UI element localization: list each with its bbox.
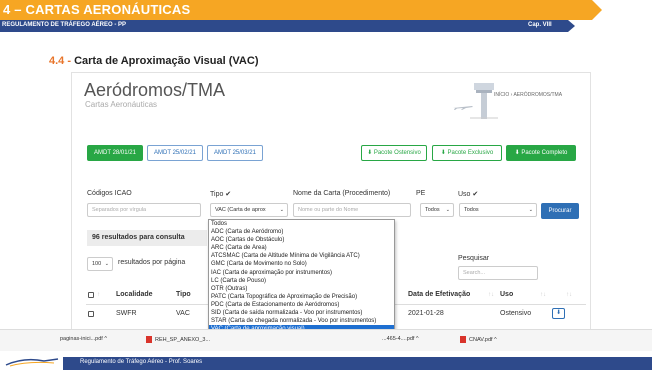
download-row-button[interactable]: ⬇: [552, 308, 565, 319]
procurar-button[interactable]: Procurar: [541, 203, 579, 219]
subheader-bar-tip: [568, 20, 575, 32]
chapter-label: Cap. VIII: [528, 22, 552, 28]
amdt-button-3[interactable]: AMDT 25/03/21: [207, 145, 263, 161]
download-file-name: REH_SP_ANEXO_3...: [155, 336, 211, 343]
section-separator: -: [64, 55, 75, 67]
section-title: Carta de Aproximação Visual (VAC): [74, 55, 259, 67]
tipo-select[interactable]: VAC (Carta de aprox ⌄: [210, 203, 288, 217]
chevron-down-icon: ⌄: [104, 261, 109, 267]
dropdown-option[interactable]: AOC (Cartas de Obstáculo): [209, 236, 394, 244]
amdt-button-1[interactable]: AMDT 28/01/21: [87, 145, 143, 161]
nome-label: Nome da Carta (Procedimento): [293, 190, 391, 197]
download-file-name: paginas-inici...pdf: [60, 336, 103, 342]
page-banner: Aeródromos/TMA Cartas Aeronáuticas INÍCI…: [72, 73, 590, 119]
pe-value: Todos: [425, 207, 440, 213]
slide: 4 – CARTAS AERONÁUTICAS REGULAMENTO DE T…: [0, 0, 652, 370]
per-page-value: 100: [92, 261, 102, 267]
per-page-select[interactable]: 100 ⌄: [87, 257, 113, 271]
pesquisar-input[interactable]: Search...: [458, 266, 538, 280]
dropdown-option[interactable]: OTR (Outras): [209, 285, 394, 293]
sort-icon[interactable]: ↑↓: [540, 291, 546, 298]
pacote-completo-button[interactable]: ⬇ Pacote Completo: [506, 145, 576, 161]
school-logo-icon: [5, 358, 59, 367]
tipo-label: Tipo ✔: [210, 191, 232, 198]
download-file-name: CNAV.pdf: [469, 336, 493, 343]
nome-input[interactable]: Nome ou parte do Nome: [293, 203, 411, 217]
dropdown-option[interactable]: ARC (Carta de Área): [209, 244, 394, 252]
header-bar-tip: [592, 0, 602, 20]
download-icon: ⬇: [367, 150, 374, 156]
pacote-completo-label: Pacote Completo: [521, 150, 568, 156]
col-localidade[interactable]: Localidade: [116, 291, 153, 298]
pe-label: PE: [416, 190, 426, 197]
pesquisar-label: Pesquisar: [458, 255, 490, 262]
dropdown-option[interactable]: PATC (Carta Topográfica de Aproximação d…: [209, 293, 394, 301]
dropdown-option[interactable]: LC (Carta de Pouso): [209, 277, 394, 285]
row-checkbox[interactable]: [88, 311, 94, 317]
chevron-up-icon[interactable]: ^: [104, 336, 107, 342]
pacote-exclusivo-button[interactable]: ⬇ Pacote Exclusivo: [432, 145, 502, 161]
pacote-exclusivo-label: Pacote Exclusivo: [447, 150, 494, 156]
sort-icon[interactable]: ↑: [97, 291, 100, 298]
download-icon: ⬇: [440, 150, 448, 156]
download-item-3[interactable]: ...465-4....pdf ^: [382, 336, 419, 342]
breadcrumb[interactable]: INÍCIO › AERÓDROMOS/TMA: [494, 92, 562, 98]
chevron-up-icon[interactable]: ^: [494, 337, 497, 343]
dropdown-option[interactable]: STAR (Carta de chegada normalizada - Voo…: [209, 317, 394, 325]
dropdown-option[interactable]: ADC (Carta de Aeródromo): [209, 228, 394, 236]
control-tower-icon: [470, 83, 498, 119]
pe-select[interactable]: Todos ⌄: [420, 203, 454, 217]
chevron-down-icon: ⌄: [279, 207, 284, 213]
per-page-label: resultados por página: [118, 259, 186, 266]
col-uso[interactable]: Uso: [500, 291, 513, 298]
download-item-1[interactable]: paginas-inici...pdf ^: [60, 336, 107, 342]
sort-icon[interactable]: ↑↓: [566, 291, 572, 298]
dropdown-option[interactable]: GMC (Carta de Movimento no Solo): [209, 260, 394, 268]
tipo-value: VAC (Carta de aprox: [215, 207, 266, 213]
cell-data: 2021-01-28: [408, 310, 444, 317]
chevron-down-icon: ⌄: [528, 207, 533, 213]
icao-input[interactable]: Separados por vírgula: [87, 203, 201, 217]
pdf-icon: [460, 336, 466, 343]
download-file-name: ...465-4....pdf: [382, 336, 415, 342]
section-number: 4.4: [49, 55, 65, 67]
dropdown-option[interactable]: ATCSMAC (Carta de Altitude Mínima de Vig…: [209, 252, 394, 260]
header-title: 4 – CARTAS AERONÁUTICAS: [3, 2, 191, 17]
dropdown-option[interactable]: PDC (Carta de Estacionamento de Aeródrom…: [209, 301, 394, 309]
chevron-up-icon[interactable]: ^: [416, 336, 419, 342]
select-all-checkbox[interactable]: [88, 292, 94, 298]
dropdown-option[interactable]: SID (Carta de saída normalizada - Voo po…: [209, 309, 394, 317]
footer-text: Regulamento de Tráfego Aéreo - Prof. Soa…: [80, 359, 203, 365]
tipo-dropdown-list[interactable]: Todos ADC (Carta de Aeródromo) AOC (Cart…: [208, 219, 395, 335]
cell-localidade: SWFR: [116, 310, 137, 317]
col-tipo[interactable]: Tipo: [176, 291, 191, 298]
uso-value: Todos: [464, 207, 479, 213]
dropdown-option[interactable]: IAC (Carta de aproximação por instrument…: [209, 269, 394, 277]
pacote-ostensivo-button[interactable]: ⬇ Pacote Ostensivo: [361, 145, 427, 161]
pacote-ostensivo-label: Pacote Ostensivo: [373, 150, 421, 156]
uso-label: Uso ✔: [458, 191, 479, 198]
page-subtitle: Cartas Aeronáuticas: [85, 100, 158, 109]
results-count: 96 resultados para consulta: [87, 230, 207, 246]
download-icon: ⬇: [555, 310, 562, 316]
section-heading: 4.4 - Carta de Aproximação Visual (VAC): [49, 55, 258, 67]
page-title: Aeródromos/TMA: [84, 80, 226, 100]
download-item-4[interactable]: CNAV.pdf ^: [460, 336, 497, 343]
sort-icon[interactable]: ↑↓: [488, 291, 494, 298]
chevron-down-icon: ⌄: [445, 207, 450, 213]
uso-select[interactable]: Todos ⌄: [459, 203, 537, 217]
amdt-button-2[interactable]: AMDT 25/02/21: [147, 145, 203, 161]
cell-uso: Ostensivo: [500, 310, 532, 317]
airplane-icon: [453, 106, 473, 110]
pdf-icon: [146, 336, 152, 343]
subheader-text: REGULAMENTO DE TRÁFEGO AÉREO - PP: [2, 22, 127, 28]
download-item-2[interactable]: REH_SP_ANEXO_3...: [146, 336, 210, 343]
col-data-efetivacao[interactable]: Data de Efetivação: [408, 291, 470, 298]
icao-label: Códigos ICAO: [87, 190, 132, 197]
cell-tipo: VAC: [176, 310, 190, 317]
dropdown-option[interactable]: Todos: [209, 220, 394, 228]
